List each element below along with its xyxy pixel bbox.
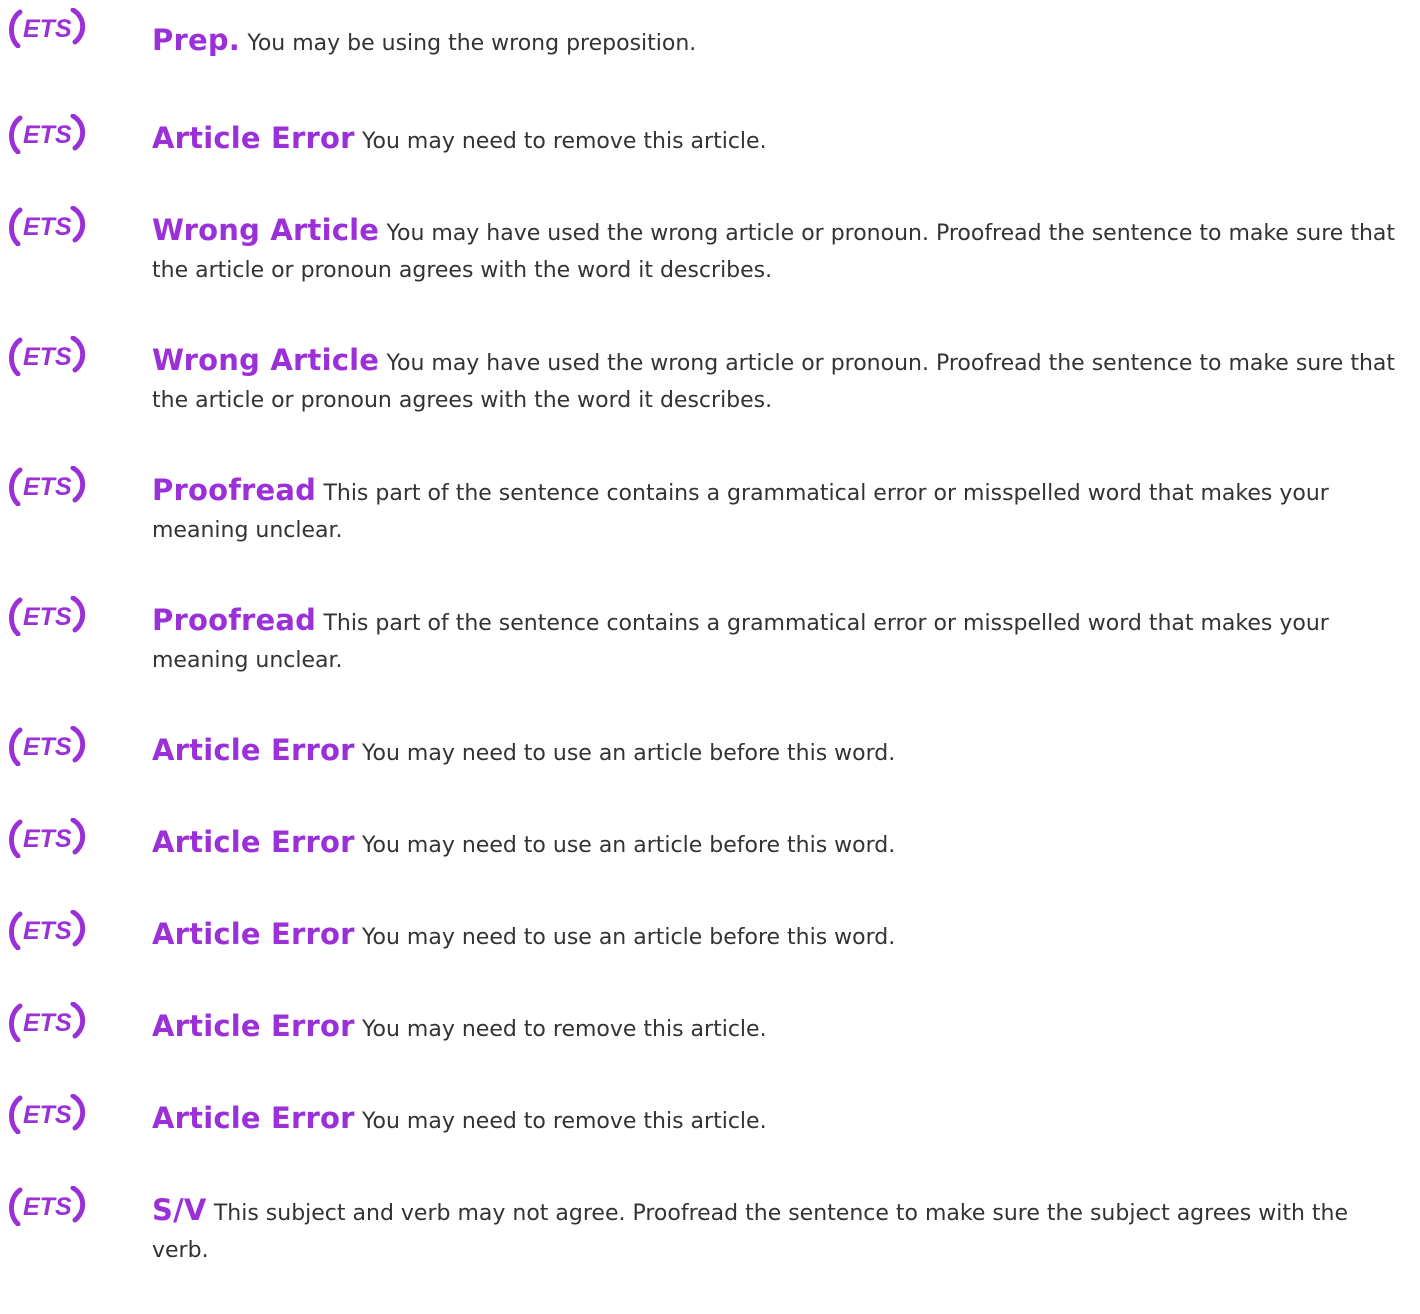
- svg-text:ETS: ETS: [23, 15, 72, 43]
- error-category: Proofread: [152, 603, 317, 637]
- error-category: Article Error: [152, 1101, 355, 1135]
- error-message: This part of the sentence contains a gra…: [152, 611, 1329, 673]
- ets-logo-icon: ETS: [6, 910, 92, 950]
- svg-text:ETS: ETS: [23, 917, 72, 945]
- ets-logo-icon: ETS: [6, 596, 92, 636]
- error-message: You may need to use an article before th…: [362, 741, 896, 766]
- ets-logo-icon: ETS: [6, 336, 92, 376]
- feedback-entry: S/V This subject and verb may not agree.…: [152, 1192, 1402, 1269]
- error-message: You may need to remove this article.: [362, 1109, 767, 1134]
- error-category: Proofread: [152, 473, 317, 507]
- svg-text:ETS: ETS: [23, 1009, 72, 1037]
- feedback-entry: Article Error You may need to use an art…: [152, 824, 1402, 864]
- feedback-entry: Article Error You may need to use an art…: [152, 732, 1402, 772]
- error-message: This part of the sentence contains a gra…: [152, 481, 1329, 543]
- feedback-entry: Prep. You may be using the wrong preposi…: [152, 22, 1402, 62]
- feedback-entry: Wrong Article You may have used the wron…: [152, 342, 1402, 419]
- error-category: Wrong Article: [152, 343, 380, 377]
- error-category: Wrong Article: [152, 213, 380, 247]
- ets-logo-icon: ETS: [6, 1186, 92, 1226]
- ets-logo-icon: ETS: [6, 466, 92, 506]
- error-message: You may need to remove this article.: [362, 129, 767, 154]
- ets-logo-icon: ETS: [6, 1094, 92, 1134]
- feedback-list: ETS Prep. You may be using the wrong pre…: [0, 0, 1420, 1314]
- ets-logo-icon: ETS: [6, 8, 92, 48]
- svg-text:ETS: ETS: [23, 1193, 72, 1221]
- error-message: You may need to use an article before th…: [362, 833, 896, 858]
- ets-logo-icon: ETS: [6, 206, 92, 246]
- ets-logo-icon: ETS: [6, 726, 92, 766]
- error-category: S/V: [152, 1193, 207, 1227]
- error-category: Article Error: [152, 917, 355, 951]
- feedback-entry: Article Error You may need to use an art…: [152, 916, 1402, 956]
- feedback-entry: Article Error You may need to remove thi…: [152, 1008, 1402, 1048]
- svg-text:ETS: ETS: [23, 1101, 72, 1129]
- svg-text:ETS: ETS: [23, 603, 72, 631]
- feedback-entry: Proofread This part of the sentence cont…: [152, 472, 1402, 549]
- error-message: This subject and verb may not agree. Pro…: [152, 1201, 1348, 1263]
- error-message: You may need to use an article before th…: [362, 925, 896, 950]
- error-category: Prep.: [152, 23, 240, 57]
- feedback-entry: Article Error You may need to remove thi…: [152, 120, 1402, 160]
- svg-text:ETS: ETS: [23, 213, 72, 241]
- error-category: Article Error: [152, 1009, 355, 1043]
- error-message: You may be using the wrong preposition.: [247, 31, 697, 56]
- svg-text:ETS: ETS: [23, 825, 72, 853]
- svg-text:ETS: ETS: [23, 343, 72, 371]
- error-category: Article Error: [152, 121, 355, 155]
- error-category: Article Error: [152, 825, 355, 859]
- ets-logo-icon: ETS: [6, 818, 92, 858]
- svg-text:ETS: ETS: [23, 121, 72, 149]
- ets-logo-icon: ETS: [6, 1002, 92, 1042]
- feedback-entry: Proofread This part of the sentence cont…: [152, 602, 1402, 679]
- feedback-entry: Wrong Article You may have used the wron…: [152, 212, 1402, 289]
- error-message: You may need to remove this article.: [362, 1017, 767, 1042]
- svg-text:ETS: ETS: [23, 733, 72, 761]
- ets-logo-icon: ETS: [6, 114, 92, 154]
- feedback-entry: Article Error You may need to remove thi…: [152, 1100, 1402, 1140]
- svg-text:ETS: ETS: [23, 473, 72, 501]
- error-category: Article Error: [152, 733, 355, 767]
